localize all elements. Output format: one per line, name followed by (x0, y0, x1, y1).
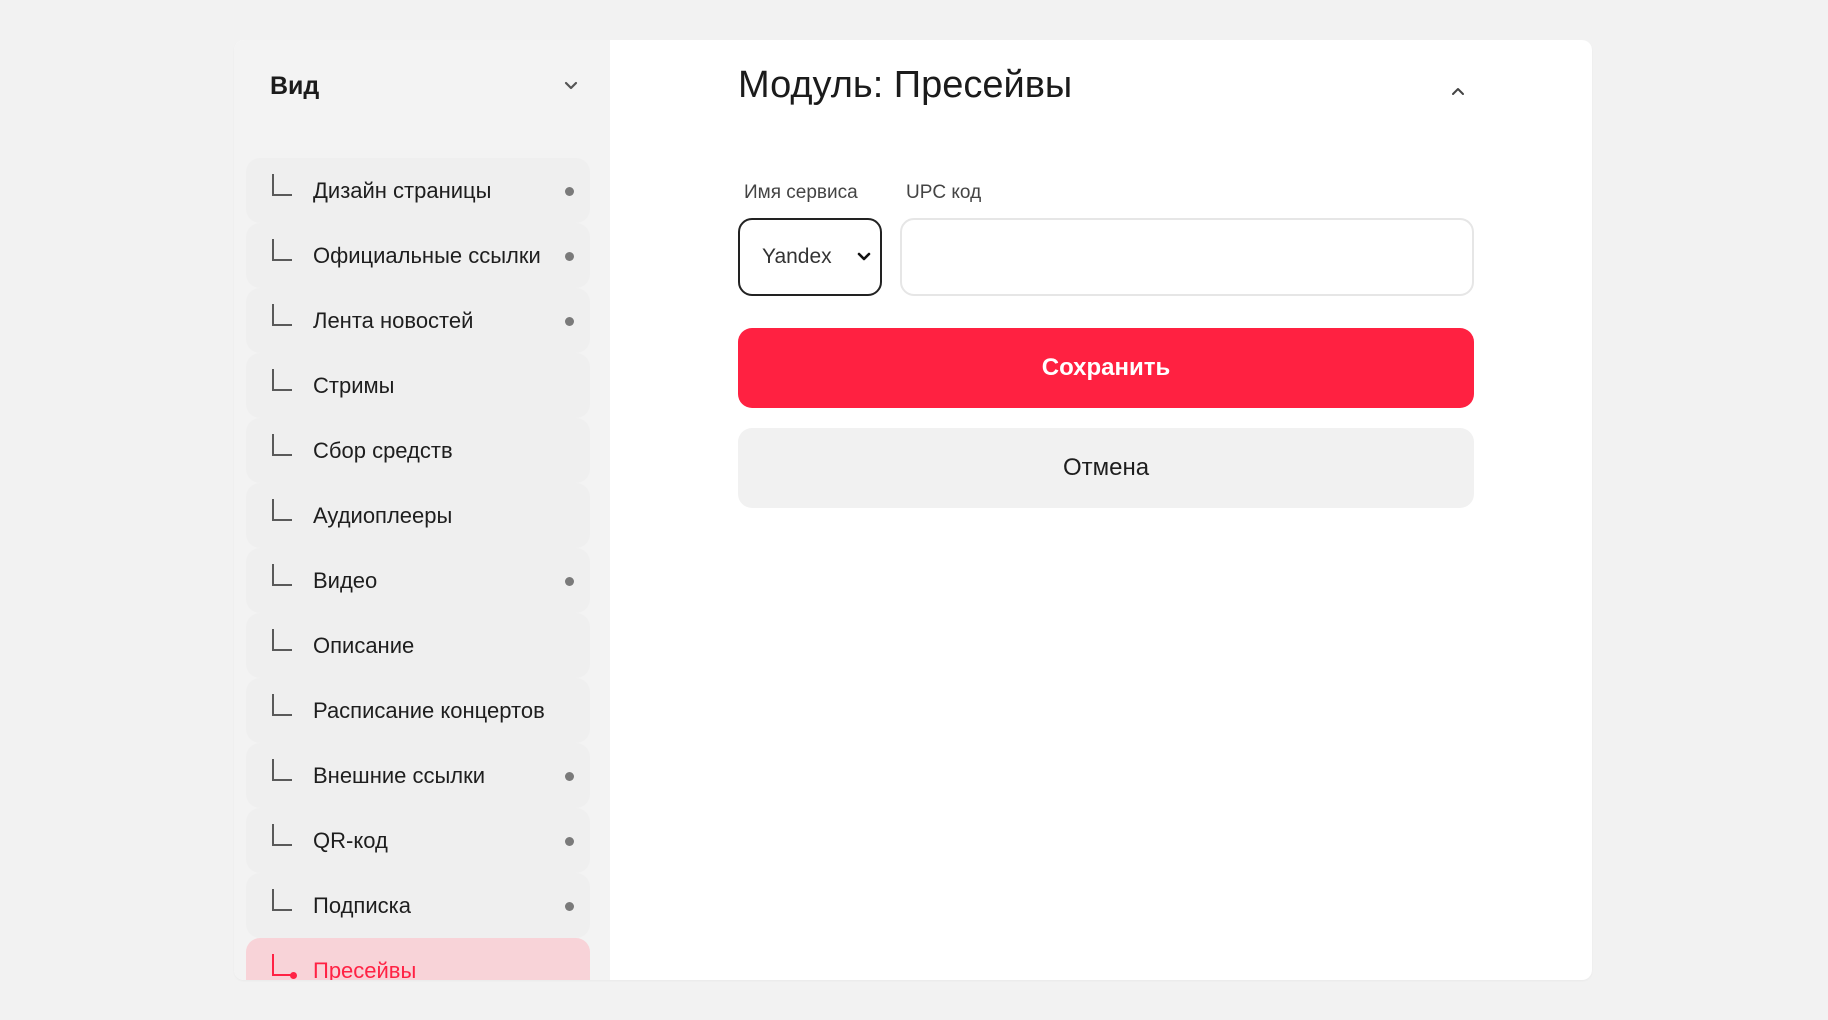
sidebar-item-label: Сбор средств (313, 437, 453, 463)
sidebar-item-label: Пресейвы (313, 957, 417, 981)
sidebar-item-label: Внешние ссылки (313, 762, 486, 788)
sidebar-item[interactable]: Лента новостей (246, 288, 590, 353)
status-dot-icon (565, 186, 574, 196)
sidebar-item-label: Подписка (313, 892, 411, 918)
sidebar-item-label: Официальные ссылки (313, 242, 541, 268)
sidebar-item-label: Дизайн страницы (313, 177, 492, 203)
sidebar: Вид Дизайн страницы Официальные ссылки Лен… (234, 40, 610, 980)
tree-branch-icon (272, 824, 292, 846)
tree-branch-icon (272, 434, 292, 456)
status-dot-icon (565, 251, 574, 261)
sidebar-item[interactable]: Официальные ссылки (246, 223, 590, 288)
tree-branch-icon (272, 369, 292, 391)
tree-branch-icon (272, 239, 292, 261)
sidebar-item[interactable]: Аудиоплееры (246, 483, 590, 548)
sidebar-item-label: QR-код (313, 827, 388, 853)
sidebar-item-label: Описание (313, 632, 415, 658)
sidebar-item-label: Видео (313, 567, 378, 593)
sidebar-nav: Дизайн страницы Официальные ссылки Лента н… (246, 158, 590, 980)
module-title: Модуль: Пресейвы (738, 64, 1073, 106)
save-button[interactable]: Сохранить (738, 328, 1474, 408)
sidebar-item-label: Аудиоплееры (313, 502, 453, 528)
upc-code-label: UPC код (906, 182, 982, 203)
sidebar-item[interactable]: Стримы (246, 353, 590, 418)
sidebar-item[interactable]: QR-код (246, 808, 590, 873)
status-dot-icon (565, 771, 574, 781)
sidebar-item-label: Стримы (313, 372, 395, 398)
tree-branch-icon (272, 759, 292, 781)
sidebar-item[interactable]: Сбор средств (246, 418, 590, 483)
sidebar-item[interactable]: Внешние ссылки (246, 743, 590, 808)
tree-branch-icon (272, 629, 292, 651)
tree-branch-icon (272, 954, 297, 979)
app-window: Вид Дизайн страницы Официальные ссылки Лен… (234, 40, 1592, 980)
service-select-value: Yandex (762, 245, 832, 268)
upc-code-input[interactable] (900, 218, 1474, 296)
tree-branch-icon (272, 174, 292, 196)
sidebar-item[interactable]: Дизайн страницы (246, 158, 590, 223)
sidebar-item[interactable]: Подписка (246, 873, 590, 938)
status-dot-icon (565, 836, 574, 846)
service-select[interactable]: Yandex (738, 218, 882, 296)
sidebar-item[interactable]: Расписание концертов (246, 678, 590, 743)
sidebar-item[interactable]: Описание (246, 613, 590, 678)
chevron-down-icon (857, 252, 871, 261)
tree-branch-icon (272, 304, 292, 326)
service-name-label: Имя сервиса (744, 182, 858, 203)
sidebar-title: Вид (270, 71, 320, 100)
sidebar-item[interactable]: Пресейвы (246, 938, 590, 980)
sidebar-item-label: Расписание концертов (313, 697, 545, 723)
chevron-up-icon (1452, 88, 1464, 95)
tree-branch-icon (272, 889, 292, 911)
chevron-down-icon (564, 81, 578, 90)
cancel-button[interactable]: Отмена (738, 428, 1474, 508)
module-collapse-button[interactable] (1444, 78, 1472, 106)
tree-branch-icon (272, 694, 292, 716)
sidebar-item[interactable]: Видео (246, 548, 590, 613)
tree-branch-icon (272, 499, 292, 521)
status-dot-icon (565, 576, 574, 586)
status-dot-icon (565, 901, 574, 911)
tree-branch-icon (272, 564, 292, 586)
module-panel: Модуль: Пресейвы Имя сервиса UPC код Yan… (610, 40, 1592, 980)
sidebar-section-toggle[interactable]: Вид (270, 56, 582, 116)
status-dot-icon (565, 316, 574, 326)
sidebar-item-label: Лента новостей (313, 307, 474, 333)
